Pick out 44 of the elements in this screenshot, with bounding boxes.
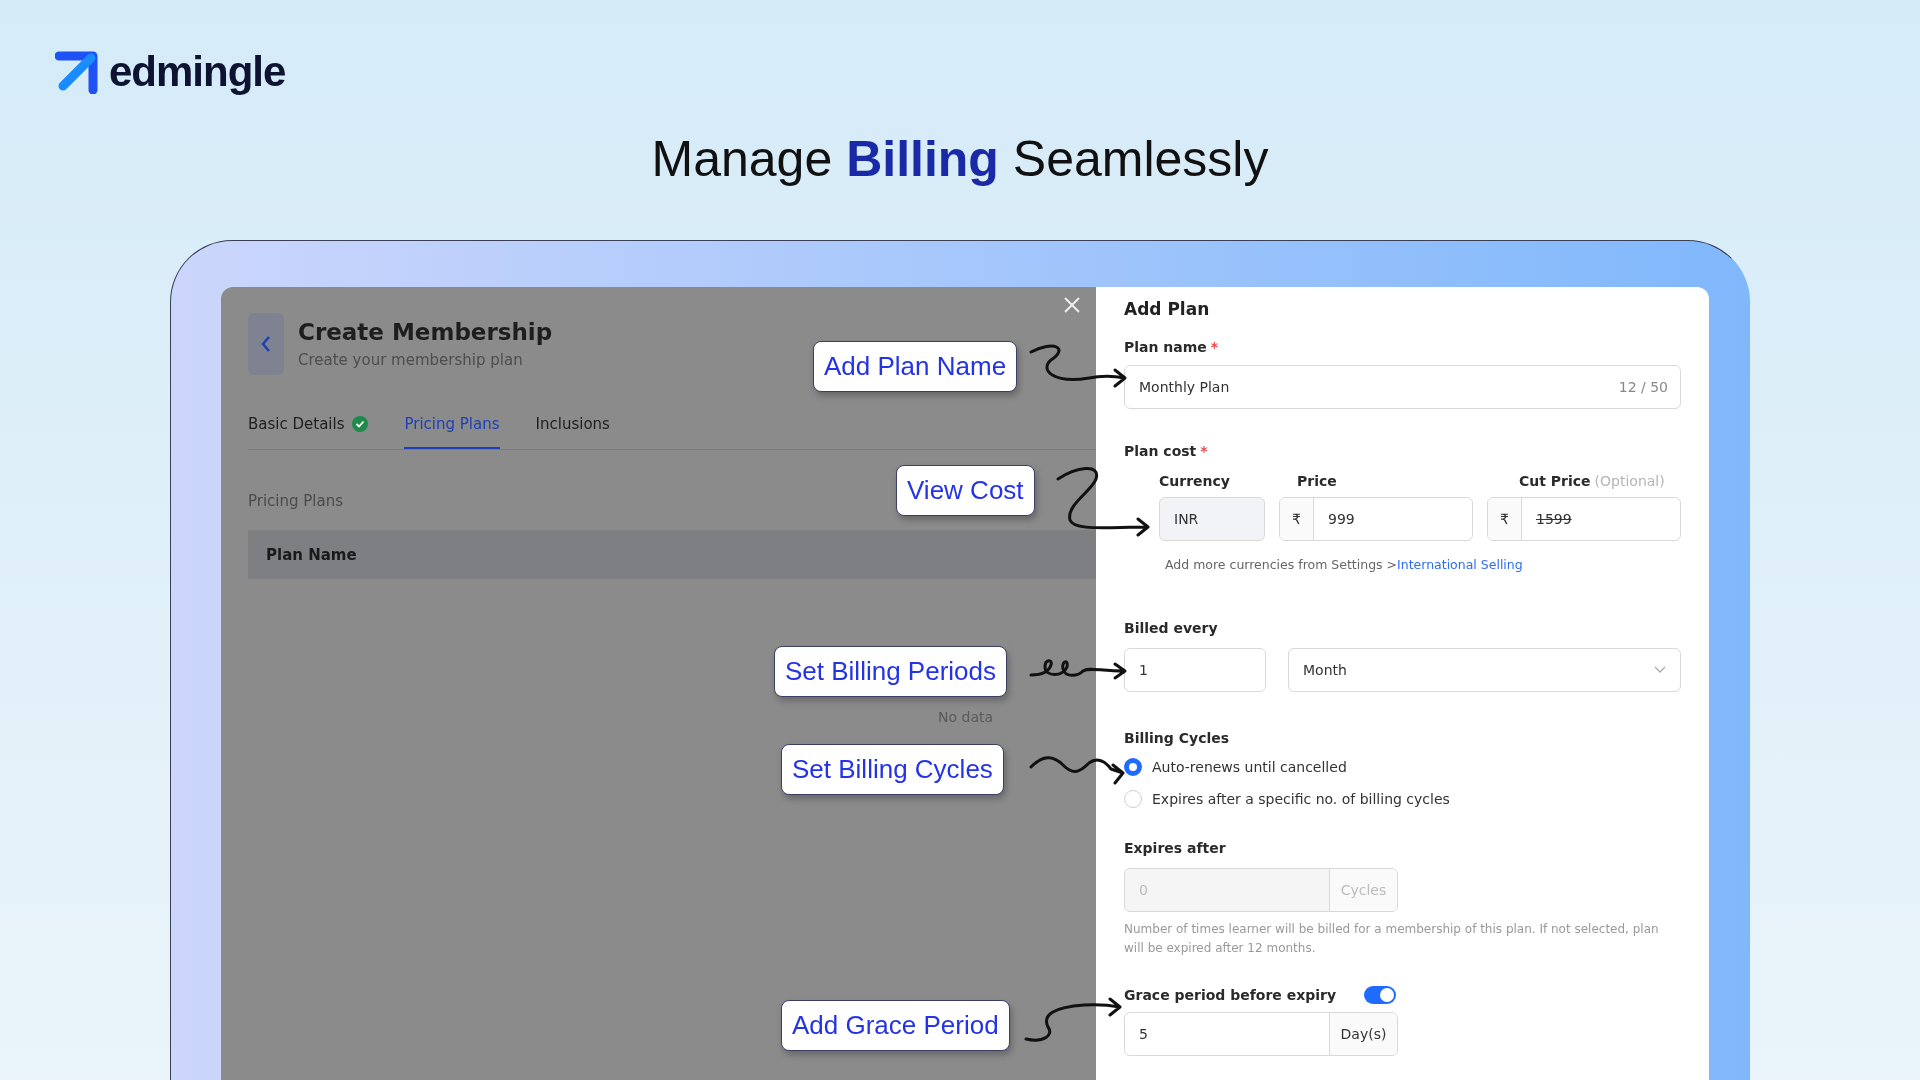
field-label: Plan name <box>1124 339 1207 355</box>
section-label: Pricing Plans <box>248 492 345 510</box>
tab[interactable]: Basic Details <box>248 415 369 449</box>
field-label: Currency <box>1159 473 1231 489</box>
currency-field[interactable]: INR <box>1159 497 1265 541</box>
callout-label: Add Plan Name <box>813 341 1018 392</box>
callout-label: View Cost <box>896 465 1035 516</box>
callout-label: Set Billing Periods <box>774 646 1007 697</box>
chevron-left-icon <box>260 335 272 353</box>
period-count-field[interactable]: 1 <box>1124 648 1266 692</box>
tab[interactable]: Inclusions <box>535 415 610 449</box>
settings-link[interactable]: International Selling <box>1397 557 1523 572</box>
column-header: Plan Name <box>266 545 357 564</box>
helper-text: Add more currencies from Settings > <box>1165 557 1398 572</box>
field-label: Cut Price <box>1519 473 1591 489</box>
callout-label: Add Grace Period <box>781 1000 1010 1051</box>
radio-option[interactable]: Auto-renews until cancelled <box>1124 758 1347 776</box>
price-field[interactable]: ₹ 999 <box>1279 497 1473 541</box>
required-mark: * <box>1200 443 1208 459</box>
field-label: Grace period before expiry <box>1124 987 1337 1004</box>
field-label: Price <box>1296 473 1338 489</box>
period-unit-select[interactable]: Month <box>1288 648 1681 692</box>
brand-name: edmingle <box>109 48 286 96</box>
headline: Manage Billing Seamlessly <box>651 130 1269 188</box>
logo-icon <box>55 50 101 94</box>
cut-price-field[interactable]: ₹ 1599 <box>1487 497 1681 541</box>
toggle-switch[interactable] <box>1364 986 1396 1005</box>
radio-option[interactable]: Expires after a specific no. of billing cycles <box>1124 790 1450 808</box>
callout-label: Set Billing Cycles <box>781 744 1004 795</box>
grace-period-field[interactable]: 5 Day(s) <box>1124 1012 1398 1057</box>
plan-name-field[interactable]: Monthly Plan 12 / 50 <box>1124 365 1681 409</box>
page-subtitle: Create your membership plan <box>298 351 524 369</box>
chevron-down-icon <box>1654 666 1666 674</box>
field-label: Plan cost <box>1124 443 1197 459</box>
field-label: Expires after <box>1124 840 1227 856</box>
help-text: Number of times learner will be billed for a membership of this plan. If not selected, plan will be expired after 12 months. <box>1124 921 1660 958</box>
required-mark: * <box>1210 339 1219 355</box>
field-label: Billing Cycles <box>1124 730 1231 746</box>
field-label: Billed every <box>1124 620 1219 636</box>
back-button[interactable] <box>248 313 284 375</box>
close-icon[interactable] <box>1062 295 1082 315</box>
optional-hint: (Optional) <box>1594 473 1665 489</box>
panel-title: Add Plan <box>1124 299 1211 319</box>
page-title: Create Membership <box>298 319 553 345</box>
